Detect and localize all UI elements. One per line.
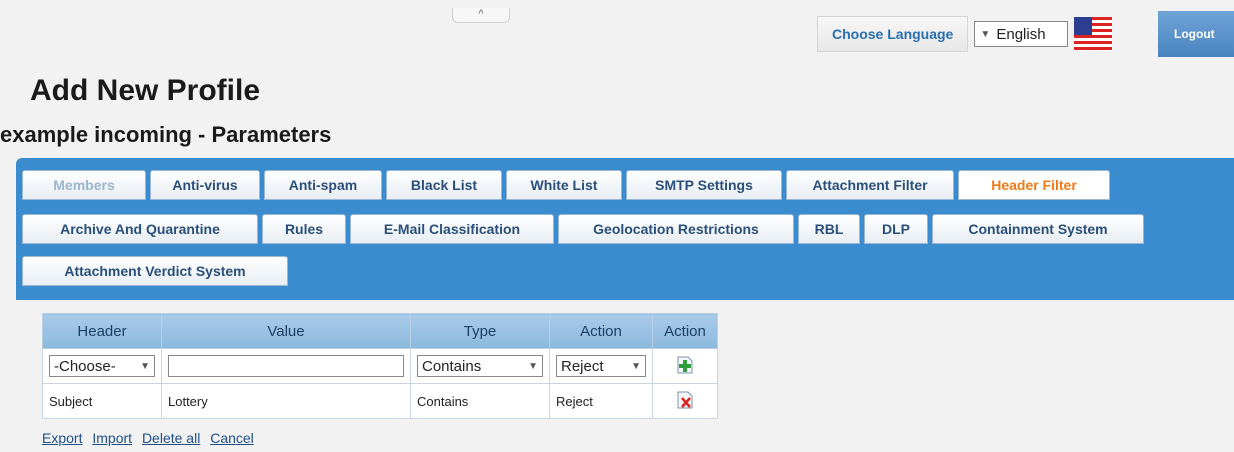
chevron-down-icon: ▼ bbox=[140, 360, 150, 372]
column-header-action: Action bbox=[549, 313, 653, 349]
header-select-value: -Choose- bbox=[54, 357, 116, 375]
language-select[interactable]: ▼ English bbox=[974, 21, 1069, 47]
chevron-up-icon: ^ bbox=[478, 8, 484, 20]
tab-rules[interactable]: Rules bbox=[262, 214, 346, 244]
tab-dlp[interactable]: DLP bbox=[864, 214, 928, 244]
page-title: Add New Profile bbox=[30, 74, 261, 107]
tab-smtp-settings[interactable]: SMTP Settings bbox=[626, 170, 782, 200]
new-action-cell: Reject ▼ bbox=[549, 348, 653, 384]
type-select[interactable]: Contains ▼ bbox=[417, 355, 543, 377]
delete-entry-cell bbox=[652, 383, 718, 419]
import-link[interactable]: Import bbox=[92, 430, 132, 446]
tab-row-1: Members Anti-virus Anti-spam Black List … bbox=[22, 170, 1114, 200]
choose-language-label: Choose Language bbox=[817, 16, 969, 52]
tab-header-filter[interactable]: Header Filter bbox=[958, 170, 1110, 200]
action-select-value: Reject bbox=[561, 357, 604, 375]
delete-icon[interactable] bbox=[675, 390, 695, 410]
column-header-header: Header bbox=[42, 313, 162, 349]
new-value-cell bbox=[161, 348, 411, 384]
table-actions-links: Export Import Delete all Cancel bbox=[42, 430, 260, 446]
tab-black-list[interactable]: Black List bbox=[386, 170, 502, 200]
us-flag-icon[interactable] bbox=[1074, 17, 1113, 51]
page-subtitle: example incoming - Parameters bbox=[0, 122, 332, 147]
tab-white-list[interactable]: White List bbox=[506, 170, 622, 200]
chevron-down-icon: ▼ bbox=[980, 28, 991, 40]
chevron-down-icon: ▼ bbox=[528, 360, 538, 372]
tab-row-2: Archive And Quarantine Rules E-Mail Clas… bbox=[22, 214, 1148, 244]
tab-containment-system[interactable]: Containment System bbox=[932, 214, 1144, 244]
chevron-down-icon: ▼ bbox=[631, 360, 641, 372]
logout-button[interactable]: Logout bbox=[1158, 11, 1234, 57]
new-entry-row: -Choose- ▼ Contains ▼ Reject ▼ bbox=[42, 348, 718, 384]
header-select[interactable]: -Choose- ▼ bbox=[49, 355, 155, 377]
new-header-cell: -Choose- ▼ bbox=[42, 348, 162, 384]
row-value-cell: Lottery bbox=[161, 383, 411, 419]
column-header-value: Value bbox=[161, 313, 411, 349]
tab-rbl[interactable]: RBL bbox=[798, 214, 860, 244]
tab-archive-and-quarantine[interactable]: Archive And Quarantine bbox=[22, 214, 258, 244]
language-bar: Choose Language ▼ English bbox=[817, 14, 1113, 54]
cancel-link[interactable]: Cancel bbox=[210, 430, 254, 446]
tab-geolocation-restrictions[interactable]: Geolocation Restrictions bbox=[558, 214, 794, 244]
delete-all-link[interactable]: Delete all bbox=[142, 430, 200, 446]
tab-members[interactable]: Members bbox=[22, 170, 146, 200]
column-header-action-2: Action bbox=[652, 313, 718, 349]
profile-tabs-panel: Members Anti-virus Anti-spam Black List … bbox=[16, 158, 1234, 300]
export-link[interactable]: Export bbox=[42, 430, 82, 446]
header-filter-table: Header Value Type Action Action -Choose-… bbox=[42, 313, 718, 419]
add-icon[interactable] bbox=[675, 355, 695, 375]
collapse-header-toggle[interactable]: ^ bbox=[452, 8, 510, 23]
tab-anti-spam[interactable]: Anti-spam bbox=[264, 170, 382, 200]
value-input[interactable] bbox=[168, 355, 404, 377]
tab-attachment-verdict-system[interactable]: Attachment Verdict System bbox=[22, 256, 288, 286]
table-header-row: Header Value Type Action Action bbox=[42, 313, 718, 349]
row-header-cell: Subject bbox=[42, 383, 162, 419]
tab-email-classification[interactable]: E-Mail Classification bbox=[350, 214, 554, 244]
tab-anti-virus[interactable]: Anti-virus bbox=[150, 170, 260, 200]
language-select-value: English bbox=[996, 25, 1046, 43]
tab-attachment-filter[interactable]: Attachment Filter bbox=[786, 170, 954, 200]
add-entry-cell bbox=[652, 348, 718, 384]
tab-row-3: Attachment Verdict System bbox=[22, 256, 292, 286]
row-type-cell: Contains bbox=[410, 383, 550, 419]
type-select-value: Contains bbox=[422, 357, 482, 375]
row-action-cell: Reject bbox=[549, 383, 653, 419]
action-select[interactable]: Reject ▼ bbox=[556, 355, 646, 377]
column-header-type: Type bbox=[410, 313, 550, 349]
new-type-cell: Contains ▼ bbox=[410, 348, 550, 384]
table-row: Subject Lottery Contains Reject bbox=[42, 383, 718, 419]
